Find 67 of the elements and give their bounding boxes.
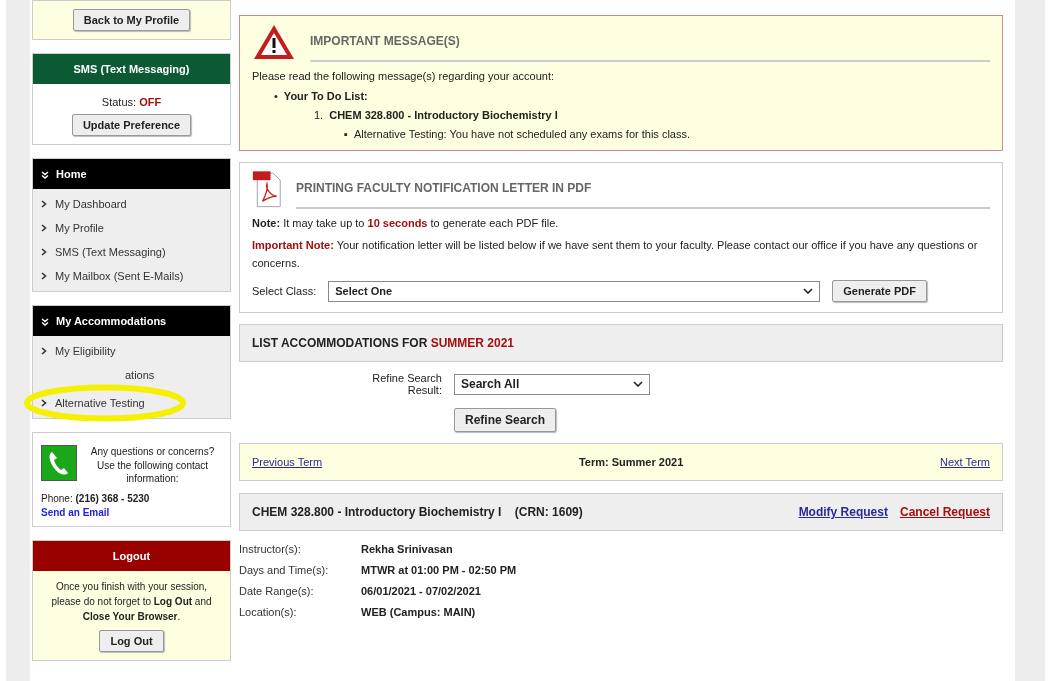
next-term-link[interactable]: Next Term [940, 456, 990, 469]
sidebar-link[interactable]: My Mailbox (Sent E-Mails) [55, 269, 184, 282]
refine-label: Refine Search Result: [371, 372, 442, 397]
detail-label: Days and Time(s): [239, 564, 330, 577]
bullet: ▪ [344, 128, 348, 140]
sms-header: SMS (Text Messaging) [33, 54, 230, 84]
send-email-link[interactable]: Send an Email [41, 506, 222, 518]
chevron-icon [41, 199, 47, 208]
back-to-profile-button[interactable]: Back to My Profile [72, 9, 191, 31]
phone-number: (216) 368 - 5230 [75, 492, 150, 504]
sidebar-link[interactable]: My Dashboard [55, 197, 127, 210]
intro-text: Please read the following message(s) regarding your account: [252, 70, 556, 82]
chevron-icon [41, 346, 47, 355]
detail-value: WEB (Campus: MAIN) [361, 606, 476, 619]
double-chevron-icon [41, 318, 49, 327]
course-title: CHEM 328.800 - Introductory Biochemistry I (CRN: 1609) [252, 505, 583, 520]
important-note-text: Important Note: Your notification letter will be listed below if we have sent them to your faculty. Please contact our office if you have any questions or concerns. [252, 238, 979, 271]
phone-icon [41, 445, 77, 481]
previous-term-link[interactable]: Previous Term [252, 456, 323, 469]
logout-header: Logout [33, 540, 230, 571]
logout-text: Once you finish with your session, please do not forget to Log Out and Close Your Browser. [50, 579, 213, 624]
chevron-icon [41, 223, 47, 232]
pdf-file-icon [252, 169, 282, 209]
chevron-icon [41, 398, 47, 407]
caret-icon [633, 381, 643, 388]
chevron-icon [41, 271, 47, 280]
list-number: 1. [314, 109, 324, 121]
status-label: Status: [101, 96, 137, 108]
detail-label: Instructor(s): [239, 543, 302, 556]
modify-request-link[interactable]: Modify Request [798, 505, 888, 520]
status-value: OFF [139, 96, 162, 108]
todo-title: Your To Do List: [283, 90, 368, 102]
note-text: Note: It may take up to 10 seconds to generate each PDF file. [252, 217, 560, 229]
panel-title: PRINTING FACULTY NOTIFICATION LETTER IN PDF [296, 169, 990, 209]
panel-title: IMPORTANT MESSAGE(S) [310, 22, 990, 62]
menu-header[interactable]: Home [33, 159, 230, 189]
menu-header[interactable]: My Accommodations [33, 306, 230, 336]
chevron-icon [41, 247, 47, 256]
detail-value: 06/01/2021 - 07/02/2021 [361, 585, 481, 598]
bullet: • [274, 90, 278, 102]
detail-label: Date Range(s): [239, 585, 315, 598]
list-title: LIST ACCOMMODATIONS FOR [252, 336, 428, 351]
caret-icon [803, 288, 814, 295]
warning-icon [252, 23, 296, 61]
generate-pdf-button[interactable]: Generate PDF [832, 280, 927, 303]
sidebar-link[interactable]: Alternative Testing [55, 396, 145, 409]
update-preference-button[interactable]: Update Preference [71, 114, 192, 136]
double-chevron-icon [41, 171, 49, 180]
refine-search-button[interactable]: Refine Search [454, 408, 557, 433]
todo-note: Alternative Testing: You have not scheduled any exams for this class. [353, 128, 690, 140]
sidebar-link[interactable]: My Eligibility [55, 344, 116, 357]
sidebar-link[interactable]: SMS (Text Messaging) [55, 245, 166, 258]
refine-dropdown[interactable]: Search All [454, 373, 650, 395]
detail-value: Rekha Srinivasan [361, 543, 453, 556]
log-out-button[interactable]: Log Out [99, 629, 164, 652]
todo-course: CHEM 328.800 - Introductory Biochemistry I [329, 109, 558, 121]
current-term: Term: Summer 2021 [578, 456, 684, 469]
term-name: SUMMER 2021 [430, 336, 515, 351]
detail-value: MTWR at 01:00 PM - 02:50 PM [361, 564, 517, 577]
select-class-dropdown[interactable]: Select One [328, 280, 821, 302]
sidebar-link[interactable]: My Profile [55, 221, 104, 234]
select-class-label: Select Class: [252, 285, 317, 298]
contact-text: Any questions or concerns? Use the following contact information: [89, 445, 216, 486]
cancel-request-link[interactable]: Cancel Request [899, 505, 990, 520]
phone-label: Phone: [41, 492, 73, 504]
detail-label: Location(s): [239, 606, 298, 619]
sidebar-link[interactable]: ations [125, 368, 155, 381]
